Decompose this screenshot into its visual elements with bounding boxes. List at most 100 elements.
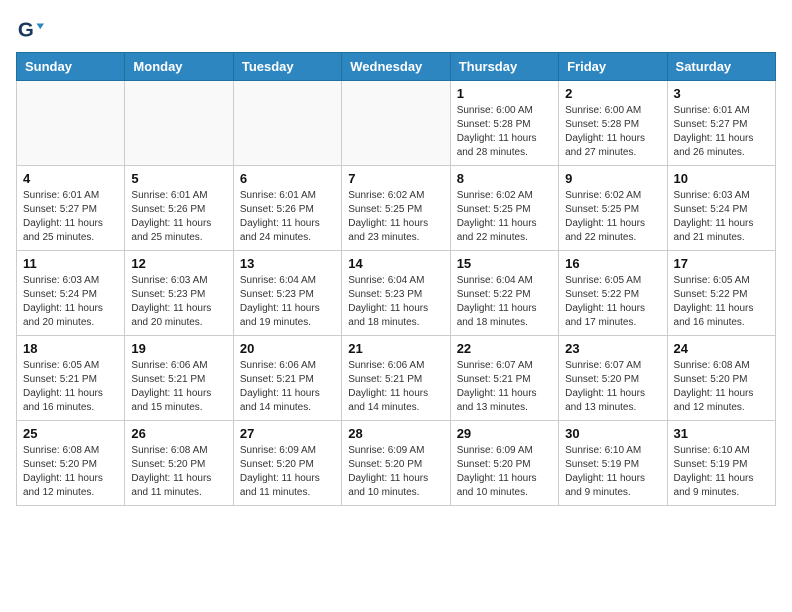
day-info: Sunrise: 6:04 AM Sunset: 5:23 PM Dayligh… [348,274,443,330]
day-number: 29 [457,426,552,441]
day-number: 3 [674,86,769,101]
calendar-cell: 8 Sunrise: 6:02 AM Sunset: 5:25 PM Daylig… [450,166,558,251]
day-info: Sunrise: 6:04 AM Sunset: 5:23 PM Dayligh… [240,274,335,330]
calendar-cell: 4 Sunrise: 6:01 AM Sunset: 5:27 PM Daylig… [17,166,125,251]
day-info: Sunrise: 6:03 AM Sunset: 5:24 PM Dayligh… [23,274,118,330]
day-number: 1 [457,86,552,101]
day-number: 18 [23,341,118,356]
day-info: Sunrise: 6:06 AM Sunset: 5:21 PM Dayligh… [240,359,335,415]
day-info: Sunrise: 6:02 AM Sunset: 5:25 PM Dayligh… [457,189,552,245]
day-info: Sunrise: 6:07 AM Sunset: 5:21 PM Dayligh… [457,359,552,415]
day-number: 16 [565,256,660,271]
day-number: 6 [240,171,335,186]
calendar-cell: 5Sunrise: 6:01 AM Sunset: 5:26 PM Daylig… [125,166,233,251]
calendar-week-row: 25 Sunrise: 6:08 AM Sunset: 5:20 PM Dayli… [17,421,776,506]
logo-icon: G [16,16,44,44]
page-header: G [16,16,776,44]
day-number: 7 [348,171,443,186]
day-number: 2 [565,86,660,101]
calendar-cell: 23 Sunrise: 6:07 AM Sunset: 5:20 PM Dayli… [559,336,667,421]
calendar-cell: 24 Sunrise: 6:08 AM Sunset: 5:20 PM Dayli… [667,336,775,421]
logo: G [16,16,48,44]
day-info: Sunrise: 6:02 AM Sunset: 5:25 PM Dayligh… [565,189,660,245]
day-number: 26 [131,426,226,441]
calendar-cell: 31 Sunrise: 6:10 AM Sunset: 5:19 PM Dayli… [667,421,775,506]
calendar-week-row: 11 Sunrise: 6:03 AM Sunset: 5:24 PM Dayli… [17,251,776,336]
calendar-cell: 19 Sunrise: 6:06 AM Sunset: 5:21 PM Dayli… [125,336,233,421]
day-info: Sunrise: 6:02 AM Sunset: 5:25 PM Dayligh… [348,189,443,245]
weekday-header-saturday: Saturday [667,53,775,81]
day-info: Sunrise: 6:01 AM Sunset: 5:26 PM Dayligh… [240,189,335,245]
calendar-cell: 20 Sunrise: 6:06 AM Sunset: 5:21 PM Dayli… [233,336,341,421]
day-info: Sunrise: 6:10 AM Sunset: 5:19 PM Dayligh… [674,444,769,500]
day-info: Sunrise: 6:06 AM Sunset: 5:21 PM Dayligh… [348,359,443,415]
day-number: 8 [457,171,552,186]
day-info: Sunrise: 6:01 AM Sunset: 5:27 PM Dayligh… [674,104,769,160]
day-number: 24 [674,341,769,356]
day-number: 25 [23,426,118,441]
day-info: Sunrise: 6:01 AM Sunset: 5:27 PM Dayligh… [23,189,118,245]
day-info: Sunrise: 6:04 AM Sunset: 5:22 PM Dayligh… [457,274,552,330]
weekday-header-thursday: Thursday [450,53,558,81]
calendar-body: 1 Sunrise: 6:00 AM Sunset: 5:28 PM Daylig… [17,81,776,506]
day-number: 20 [240,341,335,356]
day-number: 23 [565,341,660,356]
day-number: 14 [348,256,443,271]
calendar-cell: 9Sunrise: 6:02 AM Sunset: 5:25 PM Daylig… [559,166,667,251]
day-number: 21 [348,341,443,356]
calendar-week-row: 18 Sunrise: 6:05 AM Sunset: 5:21 PM Dayli… [17,336,776,421]
calendar-cell: 7 Sunrise: 6:02 AM Sunset: 5:25 PM Daylig… [342,166,450,251]
weekday-header-sunday: Sunday [17,53,125,81]
day-info: Sunrise: 6:05 AM Sunset: 5:21 PM Dayligh… [23,359,118,415]
day-number: 19 [131,341,226,356]
calendar-cell: 26 Sunrise: 6:08 AM Sunset: 5:20 PM Dayli… [125,421,233,506]
day-info: Sunrise: 6:08 AM Sunset: 5:20 PM Dayligh… [674,359,769,415]
day-info: Sunrise: 6:08 AM Sunset: 5:20 PM Dayligh… [131,444,226,500]
calendar-cell [233,81,341,166]
calendar-cell: 17Sunrise: 6:05 AM Sunset: 5:22 PM Dayli… [667,251,775,336]
calendar-cell: 18 Sunrise: 6:05 AM Sunset: 5:21 PM Dayli… [17,336,125,421]
day-number: 17 [674,256,769,271]
day-number: 15 [457,256,552,271]
calendar-table: SundayMondayTuesdayWednesdayThursdayFrid… [16,52,776,506]
day-info: Sunrise: 6:06 AM Sunset: 5:21 PM Dayligh… [131,359,226,415]
day-info: Sunrise: 6:10 AM Sunset: 5:19 PM Dayligh… [565,444,660,500]
calendar-cell: 1 Sunrise: 6:00 AM Sunset: 5:28 PM Daylig… [450,81,558,166]
day-info: Sunrise: 6:01 AM Sunset: 5:26 PM Dayligh… [131,189,226,245]
calendar-week-row: 1 Sunrise: 6:00 AM Sunset: 5:28 PM Daylig… [17,81,776,166]
day-info: Sunrise: 6:09 AM Sunset: 5:20 PM Dayligh… [240,444,335,500]
day-info: Sunrise: 6:07 AM Sunset: 5:20 PM Dayligh… [565,359,660,415]
day-number: 22 [457,341,552,356]
day-number: 31 [674,426,769,441]
svg-text:G: G [18,19,34,42]
calendar-cell [17,81,125,166]
day-info: Sunrise: 6:08 AM Sunset: 5:20 PM Dayligh… [23,444,118,500]
day-number: 28 [348,426,443,441]
calendar-cell: 22 Sunrise: 6:07 AM Sunset: 5:21 PM Dayli… [450,336,558,421]
day-info: Sunrise: 6:03 AM Sunset: 5:23 PM Dayligh… [131,274,226,330]
calendar-cell: 6 Sunrise: 6:01 AM Sunset: 5:26 PM Daylig… [233,166,341,251]
weekday-header-wednesday: Wednesday [342,53,450,81]
day-info: Sunrise: 6:09 AM Sunset: 5:20 PM Dayligh… [457,444,552,500]
calendar-week-row: 4 Sunrise: 6:01 AM Sunset: 5:27 PM Daylig… [17,166,776,251]
day-number: 27 [240,426,335,441]
weekday-header-monday: Monday [125,53,233,81]
calendar-cell: 11 Sunrise: 6:03 AM Sunset: 5:24 PM Dayli… [17,251,125,336]
day-number: 10 [674,171,769,186]
day-info: Sunrise: 6:00 AM Sunset: 5:28 PM Dayligh… [565,104,660,160]
calendar-cell: 21 Sunrise: 6:06 AM Sunset: 5:21 PM Dayli… [342,336,450,421]
calendar-cell: 13Sunrise: 6:04 AM Sunset: 5:23 PM Dayli… [233,251,341,336]
calendar-cell: 15 Sunrise: 6:04 AM Sunset: 5:22 PM Dayli… [450,251,558,336]
weekday-header-friday: Friday [559,53,667,81]
calendar-cell: 2 Sunrise: 6:00 AM Sunset: 5:28 PM Daylig… [559,81,667,166]
calendar-cell: 29 Sunrise: 6:09 AM Sunset: 5:20 PM Dayli… [450,421,558,506]
calendar-cell: 10 Sunrise: 6:03 AM Sunset: 5:24 PM Dayli… [667,166,775,251]
day-info: Sunrise: 6:09 AM Sunset: 5:20 PM Dayligh… [348,444,443,500]
day-info: Sunrise: 6:03 AM Sunset: 5:24 PM Dayligh… [674,189,769,245]
day-number: 4 [23,171,118,186]
calendar-cell: 25 Sunrise: 6:08 AM Sunset: 5:20 PM Dayli… [17,421,125,506]
day-number: 11 [23,256,118,271]
day-info: Sunrise: 6:00 AM Sunset: 5:28 PM Dayligh… [457,104,552,160]
calendar-cell: 27 Sunrise: 6:09 AM Sunset: 5:20 PM Dayli… [233,421,341,506]
weekday-header-tuesday: Tuesday [233,53,341,81]
